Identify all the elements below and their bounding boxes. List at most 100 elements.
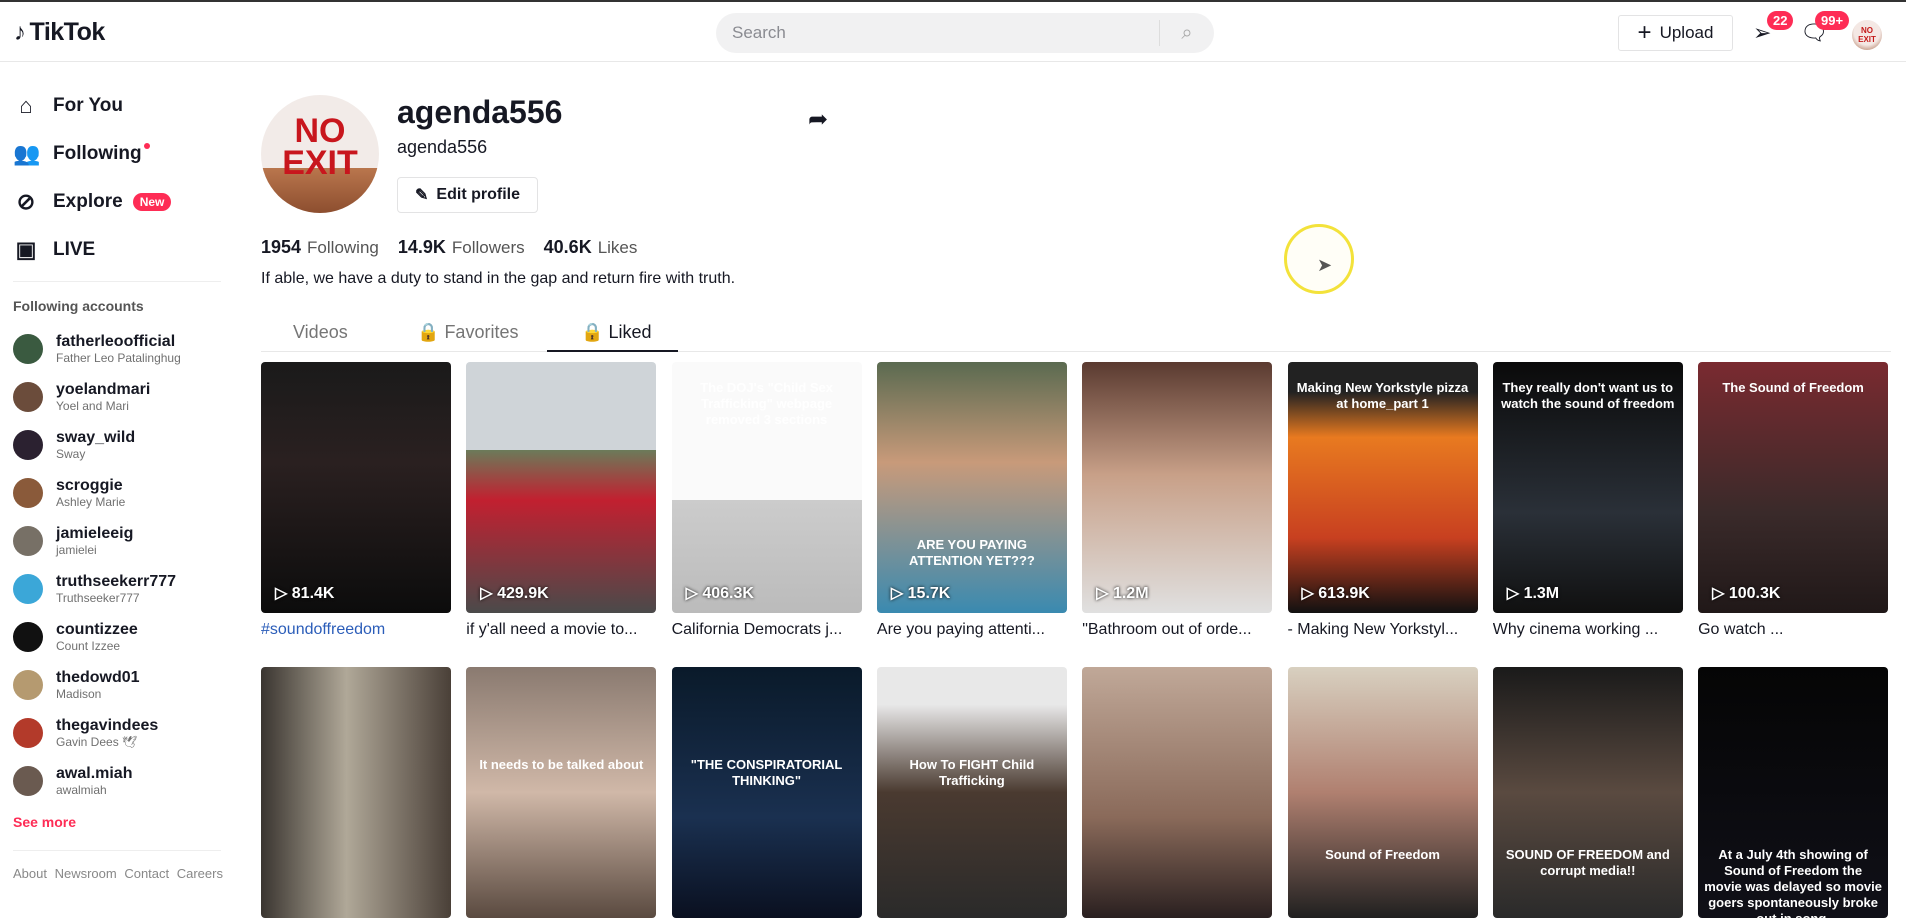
video-caption[interactable]: Go watch ... — [1698, 621, 1888, 639]
account-username: jamieleeig — [56, 525, 134, 542]
tiktok-logo[interactable]: ♪ TikTok — [14, 18, 105, 47]
nav-live[interactable]: ▣ LIVE — [13, 237, 96, 263]
following-account[interactable]: truthseekerr777 Truthseeker777 — [13, 572, 176, 605]
video-caption[interactable]: #soundoffreedom — [261, 621, 451, 639]
following-account[interactable]: countizzee Count Izzee — [13, 620, 138, 653]
account-name: Yoel and Mari — [56, 399, 129, 413]
tab-videos[interactable]: Videos — [293, 322, 348, 343]
tiktok-note-icon: ♪ — [14, 18, 26, 46]
video-thumbnail[interactable]: "THE CONSPIRATORIAL THINKING" — [671, 667, 862, 918]
account-name: Madison — [56, 687, 102, 701]
profile-stats: 1954 Following 14.9K Followers 40.6K Likes — [261, 237, 637, 258]
account-avatar — [13, 477, 43, 508]
tab-favorites[interactable]: 🔒 Favorites — [417, 322, 518, 343]
video-thumbnail[interactable]: It needs to be talked about — [466, 667, 657, 918]
messages-badge: 99+ — [1815, 11, 1850, 30]
lock-icon: 🔒 — [417, 322, 440, 342]
view-count: ▷ 1.3M — [1507, 583, 1559, 603]
video-caption[interactable]: - Making New Yorkstyl... — [1288, 621, 1478, 639]
video-thumbnail[interactable]: Sound of Freedom — [1287, 667, 1478, 918]
account-username: thedowd01 — [56, 669, 140, 686]
following-account[interactable]: fatherleoofficial Father Leo Patalinghug — [13, 332, 181, 365]
nav-label: LIVE — [53, 239, 96, 260]
view-count: ▷ 406.3K — [686, 583, 754, 603]
view-count-value: 1.2M — [1112, 585, 1149, 602]
footer-links[interactable]: About Newsroom Contact Careers — [13, 866, 223, 881]
view-count: ▷ 15.7K — [891, 583, 950, 603]
following-account[interactable]: thedowd01 Madison — [13, 668, 140, 701]
following-account[interactable]: jamieleeig jamielei — [13, 524, 133, 557]
account-name: Father Leo Patalinghug — [56, 351, 181, 365]
video-caption[interactable]: "Bathroom out of orde... — [1082, 621, 1272, 639]
nav-label: For You — [53, 95, 124, 116]
thumbnail-text: Making New Yorkstyle pizza at home_part … — [1296, 380, 1469, 411]
tab-label: Favorites — [444, 322, 519, 342]
see-more-link[interactable]: See more — [13, 814, 76, 830]
video-caption[interactable]: Are you paying attenti... — [877, 621, 1067, 639]
search-icon[interactable]: ⌕ — [1160, 22, 1214, 45]
thumbnail-text: The DOJ's "Child Sex Trafficking" webpag… — [700, 380, 833, 427]
user-avatar[interactable]: NO EXIT — [1852, 20, 1882, 50]
account-avatar — [13, 381, 43, 412]
divider — [13, 281, 221, 282]
nav-label: Following — [53, 143, 142, 164]
video-thumbnail[interactable]: The DOJ's "Child Sex Trafficking" webpag… — [671, 362, 862, 613]
video-thumbnail[interactable]: ARE YOU PAYING ATTENTION YET??? ▷ 15.7K — [876, 362, 1067, 613]
profile-username: agenda556 — [397, 94, 563, 130]
account-username: countizzee — [56, 621, 138, 638]
account-username: thegavindees — [56, 717, 159, 734]
notification-dot — [143, 143, 150, 149]
thumbnail-text: At a July 4th showing of Sound of Freedo… — [1704, 847, 1882, 918]
profile-nickname: agenda556 — [397, 137, 488, 157]
play-icon: ▷ — [1096, 585, 1109, 602]
view-count: ▷ 429.9K — [480, 583, 548, 603]
video-caption[interactable]: California Democrats j... — [672, 621, 862, 639]
following-account[interactable]: sway_wild Sway — [13, 428, 135, 461]
account-avatar — [13, 525, 43, 556]
video-caption[interactable]: if y'all need a movie to... — [466, 621, 656, 639]
video-caption[interactable]: Why cinema working ... — [1493, 621, 1683, 639]
video-thumbnail[interactable]: How To FIGHT Child Trafficking — [876, 667, 1067, 918]
video-thumbnail[interactable]: ▷ 1.2M — [1082, 362, 1273, 613]
play-icon: ▷ — [480, 585, 493, 602]
tab-liked[interactable]: 🔒 Liked — [581, 322, 651, 343]
edit-icon: ✎ — [415, 187, 429, 204]
upload-label: Upload — [1659, 23, 1714, 42]
account-avatar — [13, 429, 43, 460]
video-thumbnail[interactable] — [261, 667, 451, 918]
nav-label: Explore — [53, 191, 123, 212]
account-avatar — [13, 573, 43, 604]
upload-button[interactable]: + Upload — [1618, 15, 1733, 51]
following-account[interactable]: thegavindees Gavin Dees 🕊 — [13, 716, 158, 749]
edit-profile-button[interactable]: ✎ Edit profile — [397, 177, 538, 213]
video-thumbnail[interactable]: SOUND OF FREEDOM and corrupt media!! — [1492, 667, 1683, 918]
account-name: Sway — [56, 447, 86, 461]
profile-tabs: Videos 🔒 Favorites 🔒 Liked — [261, 318, 1891, 352]
following-account[interactable]: scroggie Ashley Marie — [13, 476, 125, 509]
view-count-value: 406.3K — [702, 585, 754, 602]
video-thumbnail[interactable]: At a July 4th showing of Sound of Freedo… — [1698, 667, 1889, 918]
nav-for-you[interactable]: ⌂ For You — [13, 93, 123, 119]
following-account[interactable]: yoelandmari Yoel and Mari — [13, 380, 150, 413]
share-icon[interactable]: ➦ — [808, 105, 828, 134]
account-avatar — [13, 333, 43, 364]
account-avatar — [13, 669, 43, 700]
mouse-pointer-icon: ➤ — [1317, 255, 1333, 275]
account-avatar — [13, 765, 43, 796]
video-thumbnail[interactable] — [1082, 667, 1273, 918]
video-thumbnail[interactable]: ▷ 429.9K — [466, 362, 657, 613]
account-avatar — [13, 717, 43, 748]
nav-following[interactable]: 👥 Following — [13, 141, 150, 167]
nav-explore[interactable]: ⊘ Explore New — [13, 189, 172, 215]
following-account[interactable]: awal.miah awalmiah — [13, 764, 132, 797]
video-thumbnail[interactable]: The Sound of Freedom ▷ 100.3K — [1698, 362, 1889, 613]
account-avatar — [13, 621, 43, 652]
account-username: scroggie — [56, 477, 123, 494]
play-icon: ▷ — [1506, 585, 1520, 602]
thumbnail-text: They really don't want us to watch the s… — [1501, 380, 1675, 411]
video-thumbnail[interactable]: Making New Yorkstyle pizza at home_part … — [1287, 362, 1478, 613]
video-thumbnail[interactable]: They really don't want us to watch the s… — [1492, 362, 1683, 613]
search-input[interactable]: Search ⌕ — [716, 13, 1214, 53]
video-thumbnail[interactable]: ▷ 81.4K — [261, 362, 451, 613]
following-accounts-heading: Following accounts — [13, 298, 144, 314]
